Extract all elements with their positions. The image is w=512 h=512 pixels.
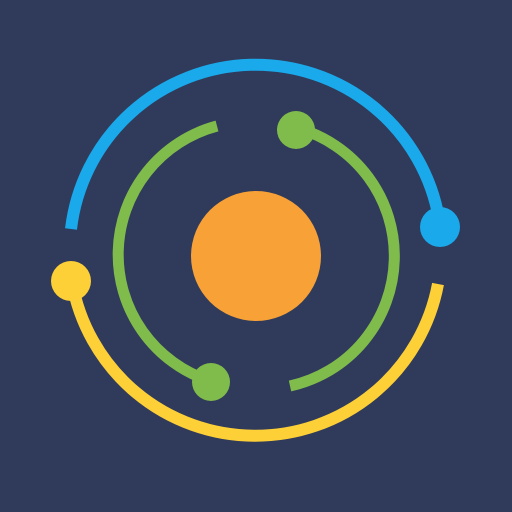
inner-orbit-node-top: [277, 111, 315, 149]
orbit-logo-icon: [0, 0, 512, 512]
lower-orbit-node: [51, 261, 91, 301]
orbit-core-circle: [191, 191, 321, 321]
outer-orbit-node: [420, 207, 460, 247]
inner-orbit-node-bottom: [192, 363, 230, 401]
